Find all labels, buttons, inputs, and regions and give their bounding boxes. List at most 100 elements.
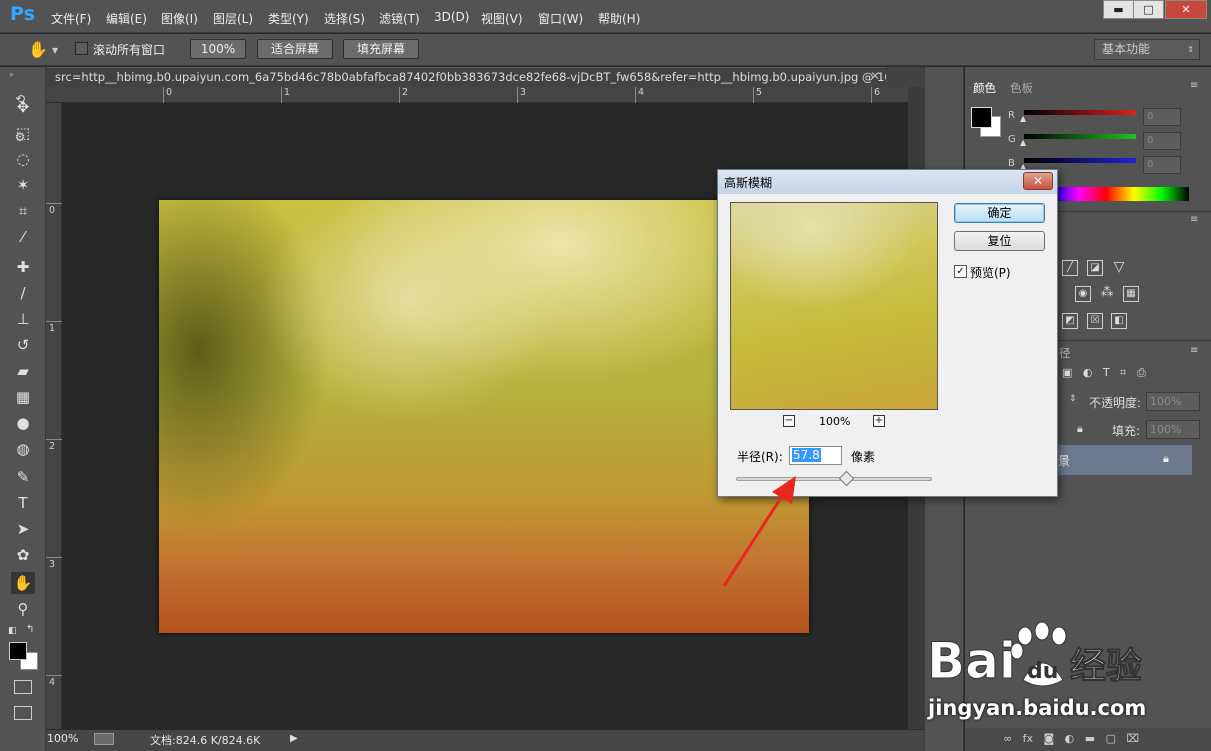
menu-item[interactable]: 滤镜(T)	[379, 10, 420, 27]
shape-icon[interactable]: ✿	[11, 544, 35, 566]
close-button[interactable]: ✕	[1165, 0, 1207, 19]
tab-color[interactable]: 颜色	[973, 80, 996, 96]
eyedropper-icon[interactable]: ⁄	[11, 226, 35, 248]
zoom-100-button[interactable]: 100%	[190, 39, 246, 59]
menu-item[interactable]: 3D(D)	[434, 10, 469, 24]
ok-button[interactable]: 确定	[954, 203, 1045, 223]
history-icon[interactable]: ⟲	[11, 92, 29, 110]
blur-icon[interactable]: ●	[11, 412, 35, 434]
hand-icon[interactable]: ✋	[11, 572, 35, 594]
radius-value[interactable]: 57.8	[792, 448, 821, 462]
menu-item[interactable]: 帮助(H)	[598, 10, 640, 27]
channel-slider[interactable]	[1024, 110, 1136, 115]
adjustments-menu-icon[interactable]: ≡	[1190, 214, 1198, 225]
channel-value[interactable]: 0	[1143, 156, 1181, 174]
channel-slider[interactable]	[1024, 134, 1136, 139]
reset-button[interactable]: 复位	[954, 231, 1045, 251]
foreground-color-swatch[interactable]	[9, 642, 27, 660]
channel-value[interactable]: 0	[1143, 132, 1181, 150]
layer-filter-icons[interactable]: ▣ ◐ T ⌗ ⎙	[1062, 366, 1146, 380]
preview-label[interactable]: 预览(P)	[970, 264, 1011, 281]
blend-mode-arrow[interactable]: ⇕	[1069, 394, 1077, 404]
brush-icon[interactable]: ∕	[11, 282, 35, 304]
document-tab-title[interactable]: src=http__hbimg.b0.upaiyun.com_6a75bd46c…	[55, 70, 910, 84]
fill-input[interactable]: 100%	[1146, 420, 1200, 439]
menu-item[interactable]: 类型(Y)	[268, 10, 309, 27]
gradient-icon[interactable]: ▦	[11, 386, 35, 408]
watermark-jingyan-text: 经验	[1070, 646, 1142, 687]
zoom-icon[interactable]: ⚲	[11, 598, 35, 620]
tab-swatches[interactable]: 色板	[1010, 80, 1033, 96]
hand-icon[interactable]: ✋	[28, 40, 48, 59]
collapse-icon[interactable]: »	[9, 70, 14, 79]
zoom-in-button[interactable]: +	[873, 415, 885, 427]
channel-slider-thumb[interactable]: ▲	[1020, 138, 1026, 147]
pen-icon[interactable]: ✎	[11, 466, 35, 488]
layer-row[interactable]	[1055, 445, 1192, 475]
fill-screen-button[interactable]: 填充屏幕	[343, 39, 419, 59]
channel-slider[interactable]	[1024, 158, 1136, 163]
ruler-tick	[399, 87, 400, 103]
maximize-button[interactable]: □	[1133, 0, 1164, 19]
workspace-select[interactable]: 基本功能 ⇕	[1094, 39, 1200, 60]
menu-item[interactable]: 视图(V)	[481, 10, 523, 27]
channel-value[interactable]: 0	[1143, 108, 1181, 126]
scroll-all-checkbox[interactable]	[75, 42, 88, 55]
foreground-swatch[interactable]	[971, 107, 992, 128]
gradient-map-icon[interactable]: ▽	[1111, 260, 1127, 276]
stamp-icon[interactable]: ⊥	[11, 308, 35, 330]
screen-mode-icon[interactable]	[14, 706, 32, 720]
menu-item[interactable]: 窗口(W)	[538, 10, 583, 27]
dialog-close-button[interactable]: ✕	[1023, 172, 1053, 190]
fit-screen-button[interactable]: 适合屏幕	[257, 39, 333, 59]
threshold-icon[interactable]: ◩	[1062, 313, 1078, 329]
healing-icon[interactable]: ✚	[11, 256, 35, 278]
scroll-all-label: 滚动所有窗口	[93, 43, 166, 57]
preview-zoom-level: 100%	[819, 415, 851, 428]
opacity-input[interactable]: 100%	[1146, 392, 1200, 411]
crop-icon[interactable]: ⌗	[11, 200, 35, 222]
panel-menu-icon[interactable]: ≡	[1190, 80, 1198, 91]
exposure-icon[interactable]: ◪	[1087, 260, 1103, 276]
zoom-level[interactable]: 100%	[47, 732, 78, 745]
eraser-icon[interactable]: ▰	[11, 360, 35, 382]
ruler-tick	[46, 439, 62, 440]
channel-label: R	[1008, 110, 1015, 121]
lasso-icon[interactable]: ◌	[11, 148, 35, 170]
swap-colors-icon[interactable]: ↰	[26, 624, 34, 635]
menu-item[interactable]: 文件(F)	[51, 10, 91, 27]
dodge-icon[interactable]: ◍	[11, 438, 35, 460]
menu-item[interactable]: 选择(S)	[324, 10, 365, 27]
type-icon[interactable]: T	[11, 492, 35, 514]
lock-icon[interactable]: 🔒︎	[1077, 422, 1083, 436]
path-select-icon[interactable]: ➤	[11, 518, 35, 540]
menu-item[interactable]: 编辑(E)	[106, 10, 147, 27]
dialog-title: 高斯模糊	[724, 176, 773, 190]
history-brush-icon[interactable]: ↺	[11, 334, 35, 356]
status-menu-arrow[interactable]: ▶	[290, 733, 298, 744]
preview-checkbox[interactable]: ✓	[954, 265, 967, 278]
menu-item[interactable]: 图像(I)	[161, 10, 198, 27]
default-colors-icon[interactable]: ◧	[8, 626, 17, 636]
blur-preview[interactable]	[730, 202, 938, 410]
curves-icon[interactable]: ╱	[1062, 260, 1078, 276]
chevron-down-icon[interactable]: ▼	[52, 46, 58, 55]
close-tab-icon[interactable]: ✕	[870, 69, 880, 83]
color-lookup-icon[interactable]: ▦	[1123, 286, 1139, 302]
magic-wand-icon[interactable]: ✶	[11, 174, 35, 196]
posterize-icon[interactable]: ◧	[1111, 313, 1127, 329]
channel-slider-thumb[interactable]: ▲	[1020, 114, 1026, 123]
tab-paths[interactable]: 径	[1059, 345, 1071, 361]
properties-icon[interactable]: ⚙	[11, 130, 29, 148]
layer-name[interactable]: 景	[1058, 452, 1070, 469]
ruler-tick	[46, 557, 62, 558]
photo-filter-icon[interactable]: ◉	[1075, 286, 1091, 302]
channel-mixer-icon[interactable]: ⁂	[1099, 286, 1115, 302]
selective-color-icon[interactable]: ☒	[1087, 313, 1103, 329]
menu-item[interactable]: 图层(L)	[213, 10, 253, 27]
layers-menu-icon[interactable]: ≡	[1190, 345, 1198, 356]
minimize-button[interactable]: ▬	[1103, 0, 1134, 19]
layer-footer-icons[interactable]: ∞ fx ◙ ◐ ▬ ▢ ⌧	[1003, 732, 1139, 745]
quick-mask-icon[interactable]	[14, 680, 32, 694]
zoom-out-button[interactable]: −	[783, 415, 795, 427]
